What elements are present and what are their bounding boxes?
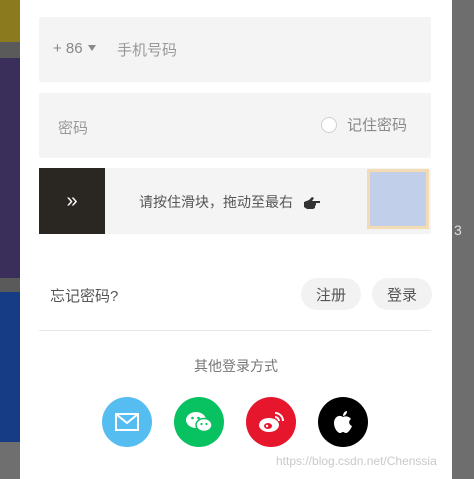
background-number: 3 (454, 222, 462, 238)
apple-icon (334, 411, 352, 433)
pointing-hand-icon (303, 196, 321, 213)
register-button[interactable]: 注册 (301, 278, 361, 310)
background-block (0, 58, 20, 278)
background-block (0, 442, 20, 479)
weibo-login-button[interactable] (246, 397, 296, 447)
slider-captcha: » 请按住滑块，拖动至最右 (39, 168, 431, 234)
password-field: 记住密码 (39, 93, 431, 158)
background-block (0, 292, 20, 442)
remember-label: 记住密码 (347, 117, 408, 134)
wechat-icon (186, 412, 213, 433)
phone-field: + 86 (39, 17, 431, 82)
forgot-password-link[interactable]: 忘记密码? (50, 285, 118, 306)
password-input[interactable] (56, 115, 300, 141)
apple-login-button[interactable] (318, 397, 368, 447)
background-page-right: 3 (452, 0, 474, 479)
divider (39, 330, 431, 331)
slider-instruction-label: 请按住滑块，拖动至最右 (139, 194, 293, 210)
login-modal: + 86 记住密码 » 请按住滑块，拖动至最右 忘记密码? 注册 登录 其他登录… (20, 0, 452, 479)
mail-login-button[interactable] (102, 397, 152, 447)
background-block (0, 0, 20, 42)
slider-instruction: 请按住滑块，拖动至最右 (139, 192, 321, 213)
mail-icon (115, 413, 139, 431)
remember-password-option[interactable]: 记住密码 (321, 114, 407, 135)
caret-down-icon (87, 45, 96, 51)
remember-radio[interactable] (321, 116, 337, 133)
login-button[interactable]: 登录 (372, 278, 432, 310)
double-chevron-right-icon: » (66, 189, 78, 212)
background-page-left (0, 0, 20, 479)
slider-target-box (367, 169, 429, 229)
wechat-login-button[interactable] (174, 397, 224, 447)
country-code-label: + 86 (53, 40, 83, 57)
slider-handle[interactable]: » (39, 168, 105, 234)
other-login-title: 其他登录方式 (194, 358, 278, 374)
phone-input[interactable] (115, 37, 409, 63)
watermark: https://blog.csdn.net/Chenssia (276, 454, 437, 468)
weibo-icon (259, 412, 284, 432)
country-code-select[interactable]: + 86 (53, 40, 96, 57)
